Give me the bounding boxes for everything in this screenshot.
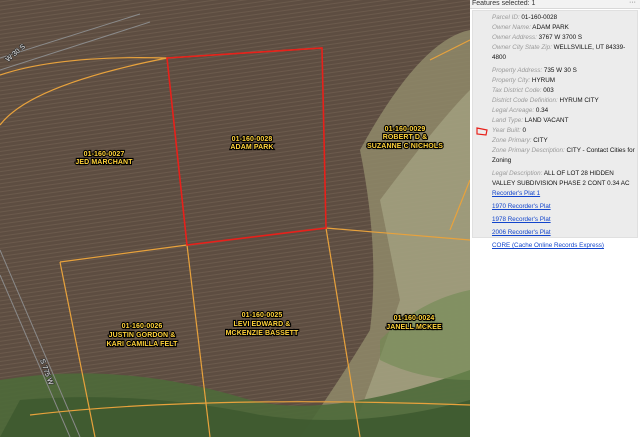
parcel-id-label: 01-160-0028 bbox=[232, 136, 273, 143]
attribute-value: 735 W 30 S bbox=[543, 67, 577, 74]
parcel-owner-label: JANELL MCKEE bbox=[386, 324, 442, 331]
parcel-owner-label: JUSTIN GORDON & bbox=[109, 332, 176, 339]
attribute-value: 003 bbox=[543, 87, 554, 94]
attribute-value: HYRUM bbox=[531, 77, 555, 84]
attribute-row: Property City: HYRUM bbox=[492, 76, 636, 86]
attribute-list: Parcel ID: 01-160-0028 Owner Name: ADAM … bbox=[492, 13, 636, 251]
attribute-value: 0 bbox=[522, 127, 526, 134]
parcel-id-label: 01-160-0029 bbox=[385, 126, 426, 133]
ellipsis-icon[interactable]: ··· bbox=[629, 0, 636, 7]
parcel-id-label: 01-160-0026 bbox=[122, 323, 163, 330]
attribute-value: 3767 W 3700 S bbox=[538, 34, 583, 41]
attribute-value: ADAM PARK bbox=[532, 24, 569, 31]
parcel-id-label: 01-160-0027 bbox=[84, 151, 125, 158]
attribute-row: District Code Definition: HYRUM CITY bbox=[492, 96, 636, 106]
parcel-id-label: 01-160-0025 bbox=[242, 312, 283, 319]
attribute-key: Year Built: bbox=[492, 127, 521, 134]
attribute-key: Tax District Code: bbox=[492, 87, 542, 94]
attribute-row: Property Address: 735 W 30 S bbox=[492, 66, 636, 76]
parcel-id-label: 01-160-0024 bbox=[394, 315, 435, 322]
feature-card: Parcel ID: 01-160-0028 Owner Name: ADAM … bbox=[472, 10, 638, 249]
attribute-key: Owner Name: bbox=[492, 24, 531, 31]
attribute-key: Zone Primary Description: bbox=[492, 147, 565, 154]
attribute-value: 01-160-0028 bbox=[521, 14, 558, 21]
attribute-key: Property City: bbox=[492, 77, 531, 84]
map-view[interactable]: W 30 S S 775 W 01-160-0028 ADAM PARK 01-… bbox=[0, 0, 470, 437]
attribute-row: Legal Description: ALL OF LOT 28 HIDDEN … bbox=[492, 169, 636, 189]
attribute-value: HYRUM CITY bbox=[559, 97, 599, 104]
attribute-row: Year Built: 0 bbox=[492, 126, 636, 136]
recorders-plat-1-link[interactable]: Recorder's Plat 1 bbox=[492, 189, 636, 199]
parcel-owner-label: ROBERT D & bbox=[383, 134, 428, 141]
attribute-key: Owner Address: bbox=[492, 34, 537, 41]
parcel-owner-label: JED MARCHANT bbox=[75, 159, 133, 166]
attribute-row: Parcel ID: 01-160-0028 bbox=[492, 13, 636, 23]
attribute-row: Zone Primary: CITY bbox=[492, 136, 636, 146]
attribute-row: Tax District Code: 003 bbox=[492, 86, 636, 96]
parcel-owner-label: LEVI EDWARD & bbox=[234, 321, 291, 328]
attribute-row: Owner City State Zip: WELLSVILLE, UT 843… bbox=[492, 43, 636, 63]
attribute-key: Property Address: bbox=[492, 67, 543, 74]
attribute-value: LAND VACANT bbox=[524, 117, 569, 124]
recorders-plat-1970-link[interactable]: 1970 Recorder's Plat bbox=[492, 202, 636, 212]
recorders-plat-2006-link[interactable]: 2006 Recorder's Plat bbox=[492, 228, 636, 238]
feature-info-panel: Features selected: 1 ··· Parcel ID: 01-1… bbox=[470, 0, 640, 437]
attribute-key: Legal Description: bbox=[492, 170, 543, 177]
attribute-key: Zone Primary: bbox=[492, 137, 532, 144]
attribute-key: Legal Acreage: bbox=[492, 107, 535, 114]
attribute-value: CITY bbox=[533, 137, 548, 144]
attribute-row: Legal Acreage: 0.34 bbox=[492, 106, 636, 116]
attribute-key: District Code Definition: bbox=[492, 97, 558, 104]
attribute-row: Owner Address: 3767 W 3700 S bbox=[492, 33, 636, 43]
parcel-owner-label: SUZANNE C NICHOLS bbox=[367, 143, 443, 150]
core-records-link[interactable]: CORE (Cache Online Records Express) bbox=[492, 241, 636, 251]
attribute-key: Owner City State Zip: bbox=[492, 44, 552, 51]
attribute-key: Parcel ID: bbox=[492, 14, 520, 21]
attribute-row: Zone Primary Description: CITY - Contact… bbox=[492, 146, 636, 166]
attribute-row: Land Type: LAND VACANT bbox=[492, 116, 636, 126]
parcel-owner-label: KARI CAMILLA FELT bbox=[107, 341, 179, 348]
panel-header: Features selected: 1 ··· bbox=[470, 0, 640, 9]
attribute-value: 0.34 bbox=[535, 107, 549, 114]
polygon-symbol-icon bbox=[476, 127, 488, 136]
attribute-key: Land Type: bbox=[492, 117, 524, 124]
features-selected-count: Features selected: 1 bbox=[472, 0, 536, 7]
parcel-owner-label: ADAM PARK bbox=[230, 144, 273, 151]
recorders-plat-1978-link[interactable]: 1978 Recorder's Plat bbox=[492, 215, 636, 225]
attribute-row: Owner Name: ADAM PARK bbox=[492, 23, 636, 33]
parcel-owner-label: MCKENZIE BASSETT bbox=[226, 330, 299, 337]
